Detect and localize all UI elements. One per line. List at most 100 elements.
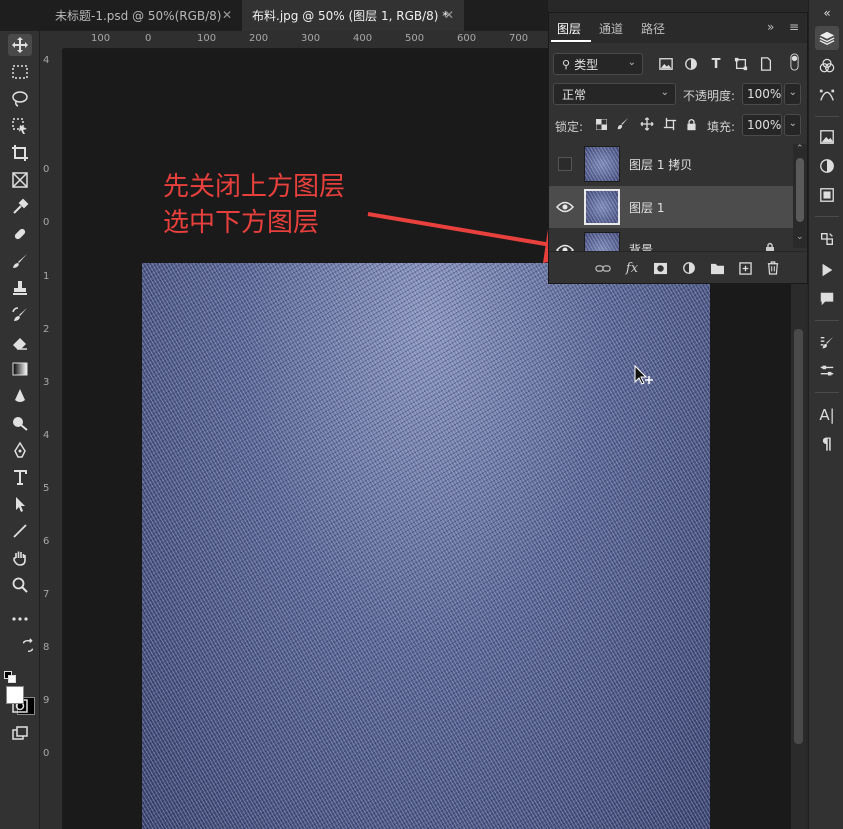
layer-name[interactable]: 背景	[629, 241, 653, 251]
ruler-tick-label: 1	[43, 271, 50, 282]
eye-icon[interactable]	[556, 200, 574, 214]
brushes-icon[interactable]	[818, 334, 836, 352]
object-select-icon[interactable]	[8, 115, 32, 137]
layer-name[interactable]: 图层 1 拷贝	[629, 156, 692, 173]
new-group-icon[interactable]	[708, 260, 726, 276]
hand-icon[interactable]	[8, 547, 32, 569]
scroll-down-icon[interactable]: ⌄	[796, 232, 804, 242]
add-mask-icon[interactable]	[651, 260, 669, 276]
ruler-tick-label: 4	[43, 430, 50, 441]
tab-layers[interactable]: 图层	[557, 20, 581, 37]
layer-row[interactable]: 图层 1	[549, 186, 793, 228]
history-brush-icon[interactable]	[8, 304, 32, 326]
libraries-icon[interactable]	[818, 128, 836, 146]
fill-input[interactable]: 100%	[742, 114, 782, 136]
move-icon[interactable]	[8, 34, 32, 56]
scroll-up-icon[interactable]: ⌃	[796, 144, 804, 154]
filter-shape-icon[interactable]	[732, 55, 750, 73]
tab-untitled-psd[interactable]: 未标题-1.psd @ 50%(RGB/8) ✕	[45, 0, 242, 31]
paths-icon[interactable]	[818, 86, 836, 104]
opacity-dropdown-button[interactable]: ⌄	[784, 83, 801, 105]
properties-icon[interactable]	[818, 186, 836, 204]
tab-paths[interactable]: 路径	[641, 20, 665, 37]
eyedropper-icon[interactable]	[8, 196, 32, 218]
filter-toggle-icon[interactable]	[785, 53, 803, 71]
actions-icon[interactable]	[818, 261, 836, 279]
layers-scrollbar[interactable]: ⌃ ⌄	[793, 144, 807, 248]
history-icon[interactable]	[818, 230, 836, 248]
frame-icon[interactable]	[8, 169, 32, 191]
opacity-input[interactable]: 100%	[742, 83, 782, 105]
layer-row[interactable]: 图层 1 拷贝	[549, 143, 793, 185]
scrollbar-thumb[interactable]	[796, 158, 804, 222]
tab-channels[interactable]: 通道	[599, 20, 623, 37]
ruler-tick-label: 0	[43, 217, 50, 228]
path-select-icon[interactable]	[8, 493, 32, 515]
scrollbar-thumb[interactable]	[794, 329, 803, 744]
lock-transparent-icon[interactable]	[592, 115, 610, 133]
panel-menu-icon[interactable]: ≡	[789, 20, 799, 34]
collapse-dock-icon[interactable]: «	[818, 4, 836, 22]
pen-icon[interactable]	[8, 439, 32, 461]
more-icon[interactable]	[8, 608, 32, 630]
new-adjustment-layer-icon[interactable]	[680, 260, 698, 276]
crop-icon[interactable]	[8, 142, 32, 164]
type-icon[interactable]	[8, 466, 32, 488]
eye-icon[interactable]	[556, 243, 574, 251]
screen-mode-icon[interactable]	[8, 722, 32, 744]
blend-mode-dropdown[interactable]: 正常 ⌄	[553, 83, 676, 105]
swap-colors-icon[interactable]	[20, 635, 36, 657]
channels-icon[interactable]	[818, 57, 836, 75]
comments-icon[interactable]	[818, 290, 836, 308]
lock-position-icon[interactable]	[638, 115, 656, 133]
lock-image-icon[interactable]	[614, 115, 632, 133]
filter-adjustment-icon[interactable]	[682, 55, 700, 73]
lock-all-icon[interactable]	[682, 115, 700, 133]
chevron-down-icon: ⌄	[627, 57, 636, 68]
tool-presets-icon[interactable]	[818, 362, 836, 380]
layer-thumbnail	[584, 146, 620, 182]
healing-icon[interactable]	[8, 223, 32, 245]
delete-layer-icon[interactable]	[764, 260, 782, 276]
zoom-icon[interactable]	[8, 574, 32, 596]
lasso-icon[interactable]	[8, 88, 32, 110]
collapse-panel-icon[interactable]: »	[767, 20, 774, 34]
filter-label: 类型	[574, 57, 599, 72]
layer-name[interactable]: 图层 1	[629, 199, 664, 216]
filter-smart-object-icon[interactable]	[757, 55, 775, 73]
adjustments-icon[interactable]	[818, 157, 836, 175]
close-icon[interactable]: ✕	[222, 8, 232, 22]
new-layer-icon[interactable]	[736, 260, 754, 276]
character-icon[interactable]: A|	[818, 406, 836, 424]
layers-icon[interactable]	[815, 26, 839, 50]
paragraph-icon[interactable]: ¶	[818, 434, 836, 453]
annotation-line: 选中下方图层	[163, 208, 320, 238]
visibility-toggle[interactable]	[558, 157, 572, 171]
marquee-icon[interactable]	[8, 61, 32, 83]
chevron-down-icon: ⌄	[660, 87, 669, 98]
layer-effects-icon[interactable]: fx	[623, 260, 641, 276]
layer-filter-dropdown[interactable]: ⚲ 类型 ⌄	[553, 53, 643, 75]
blur-icon[interactable]	[8, 385, 32, 407]
close-icon[interactable]: ✕	[444, 8, 454, 22]
gradient-icon[interactable]	[8, 358, 32, 380]
ruler-horizontal: 100 0 100 200 300 400 500 600 700	[63, 31, 548, 49]
tab-fabric-jpg[interactable]: 布料.jpg @ 50% (图层 1, RGB/8) * ✕	[242, 0, 464, 31]
ruler-tick-label: 100	[91, 33, 111, 44]
lock-artboard-icon[interactable]	[661, 115, 679, 133]
stamp-icon[interactable]	[8, 277, 32, 299]
foreground-color-swatch[interactable]	[6, 686, 24, 704]
panel-dock: « A| ¶	[808, 0, 843, 829]
default-colors-icon[interactable]	[4, 668, 16, 683]
brush-icon[interactable]	[8, 250, 32, 272]
line-icon[interactable]	[8, 520, 32, 542]
eraser-icon[interactable]	[8, 331, 32, 353]
layer-row[interactable]: 背景	[549, 229, 793, 251]
canvas-scrollbar[interactable]	[791, 284, 806, 829]
link-layers-icon[interactable]	[594, 260, 612, 276]
filter-type-icon[interactable]: T	[707, 55, 725, 73]
filter-pixel-icon[interactable]	[657, 55, 675, 73]
dodge-icon[interactable]	[8, 412, 32, 434]
ruler-tick-label: 8	[43, 642, 50, 653]
fill-dropdown-button[interactable]: ⌄	[784, 114, 801, 136]
